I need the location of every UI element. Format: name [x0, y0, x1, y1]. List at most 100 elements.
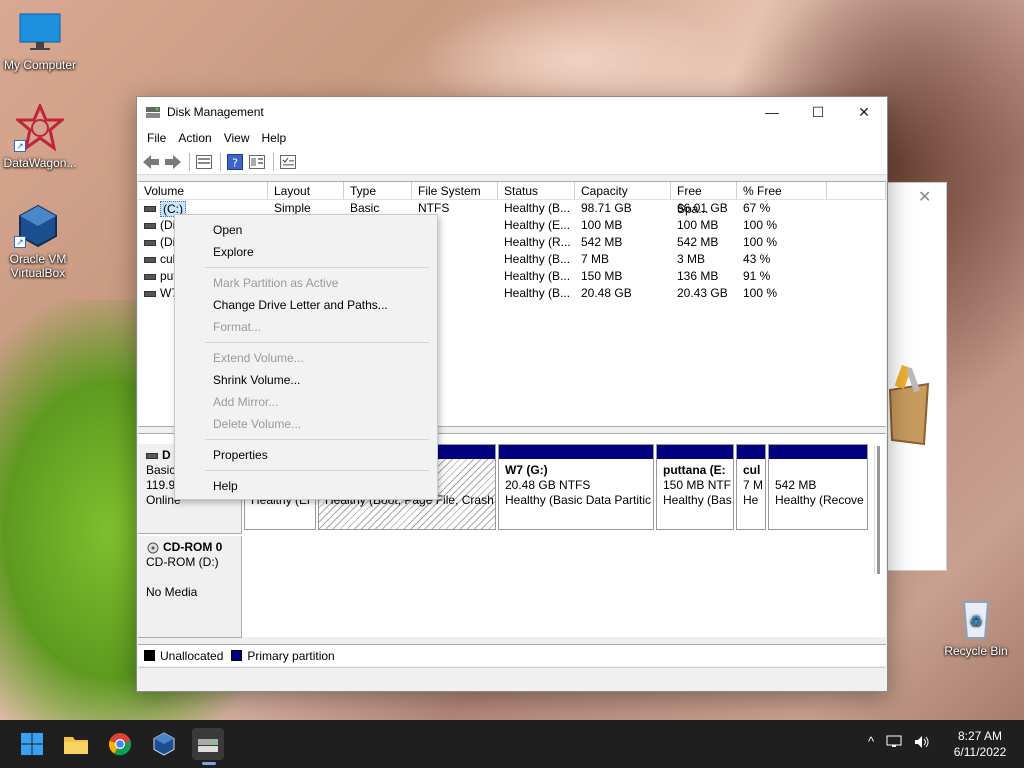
help-button[interactable]: ? — [225, 152, 245, 172]
windows-logo-icon — [21, 733, 43, 755]
status-cell: Healthy (R... — [504, 235, 571, 249]
partition-size: 7 M — [743, 478, 764, 492]
close-icon[interactable]: ✕ — [918, 187, 931, 207]
partition-status: He — [743, 493, 759, 507]
partition-text: puttana (E: 150 MB NTF Healthy (Bas — [657, 459, 733, 512]
partition-bar — [657, 445, 733, 459]
network-icon[interactable] — [886, 734, 902, 750]
menu-item-shrink-volume[interactable]: Shrink Volume... — [213, 373, 300, 387]
taskbar-virtualbox[interactable] — [148, 728, 180, 760]
volume-icon[interactable] — [914, 734, 930, 750]
toolbar-separator — [189, 152, 190, 171]
column-header-percent-free[interactable]: % Free — [737, 182, 827, 199]
maximize-button[interactable]: ☐ — [795, 97, 841, 127]
menu-file[interactable]: File — [141, 131, 172, 145]
volume-drive-icon — [144, 205, 156, 212]
scrollbar-thumb[interactable] — [877, 446, 880, 574]
taskbar-file-explorer[interactable] — [60, 728, 92, 760]
desktop-icon-datawagon[interactable]: ↗ DataWagon... — [0, 104, 80, 170]
taskbar-chrome[interactable] — [104, 728, 136, 760]
menu-help[interactable]: Help — [256, 131, 293, 145]
column-header-file-system[interactable]: File System — [412, 182, 498, 199]
svg-text:?: ? — [232, 156, 238, 169]
arrow-left-icon — [143, 154, 159, 169]
partition-puttana[interactable]: puttana (E: 150 MB NTF Healthy (Bas — [656, 444, 734, 530]
toolbar-separator — [273, 152, 274, 171]
menu-item-change-drive-letter[interactable]: Change Drive Letter and Paths... — [213, 298, 388, 312]
partition-size: 150 MB NTF — [663, 478, 732, 492]
close-button[interactable]: ✕ — [841, 97, 887, 127]
monitor-icon — [19, 13, 61, 50]
menu-item-open[interactable]: Open — [213, 223, 242, 237]
cdrom-type: CD-ROM (D:) — [146, 555, 219, 569]
partition-title: puttana (E: — [663, 463, 726, 477]
desktop-icon-label: My Computer — [3, 58, 77, 72]
partition-status: Healthy (Bas — [663, 493, 732, 507]
status-cell: Healthy (B... — [504, 286, 571, 300]
menu-action[interactable]: Action — [172, 131, 217, 145]
menu-item-format: Format... — [213, 320, 262, 334]
menu-view[interactable]: View — [218, 131, 256, 145]
taskbar-clock[interactable]: 8:27 AM 6/11/2022 — [944, 728, 1016, 760]
menu-item-delete-volume: Delete Volume... — [213, 417, 302, 431]
column-header-type[interactable]: Type — [344, 182, 412, 199]
partition-text: W7 (G:) 20.48 GB NTFS Healthy (Basic Dat… — [499, 459, 653, 512]
partition-bar — [499, 445, 653, 459]
column-header-capacity[interactable]: Capacity — [575, 182, 671, 199]
forward-button[interactable] — [163, 152, 183, 172]
disk-view-scrollbar[interactable] — [874, 446, 884, 574]
toolbar-separator — [220, 152, 221, 171]
system-tray: ^ — [868, 734, 930, 750]
column-header-status[interactable]: Status — [498, 182, 575, 199]
pct-cell: 91 % — [743, 269, 771, 283]
menu-separator — [205, 470, 429, 471]
volume-drive-icon — [144, 222, 156, 229]
menu-item-help[interactable]: Help — [213, 479, 238, 493]
folder-icon — [64, 737, 88, 754]
partition-title — [775, 463, 861, 478]
free-cell: 542 MB — [677, 235, 719, 249]
menu-item-explore[interactable]: Explore — [213, 245, 254, 259]
pct-cell: 100 % — [743, 235, 778, 249]
free-cell: 20.43 GB — [677, 286, 728, 300]
column-header-volume[interactable]: Volume — [138, 182, 268, 199]
title-bar[interactable]: Disk Management — ☐ ✕ — [137, 97, 887, 127]
status-bar — [138, 667, 886, 691]
free-cell: 66.01 GB — [677, 201, 728, 215]
status-cell: Healthy (B... — [504, 269, 571, 283]
menu-item-add-mirror: Add Mirror... — [213, 395, 279, 409]
checklist-icon — [280, 154, 296, 169]
partition-recovery[interactable]: 542 MB Healthy (Recove — [768, 444, 868, 530]
status-cell: Healthy (B... — [504, 252, 571, 266]
cdrom-media: No Media — [146, 585, 198, 599]
desktop-icon-virtualbox[interactable]: ↗ Oracle VM VirtualBox — [0, 204, 76, 280]
menu-separator — [205, 267, 429, 268]
partition-title: W7 (G:) — [505, 463, 548, 477]
minimize-button[interactable]: — — [749, 97, 795, 127]
menu-item-mark-active: Mark Partition as Active — [213, 276, 339, 290]
tray-chevron-icon[interactable]: ^ — [868, 734, 874, 750]
start-button[interactable] — [16, 728, 48, 760]
toolbar: ? — [137, 149, 887, 175]
partition-w7[interactable]: W7 (G:) 20.48 GB NTFS Healthy (Basic Dat… — [498, 444, 654, 530]
pct-cell: 100 % — [743, 286, 778, 300]
disk-drive-icon — [146, 452, 158, 459]
back-button[interactable] — [141, 152, 161, 172]
partition-text: 542 MB Healthy (Recove — [769, 459, 867, 512]
partition-status: Healthy (Basic Data Partitic — [505, 493, 652, 507]
list-view-button[interactable] — [194, 152, 214, 172]
column-header-layout[interactable]: Layout — [268, 182, 344, 199]
taskbar-disk-management[interactable] — [192, 728, 224, 760]
desktop-icon-recycle-bin[interactable]: ♻ Recycle Bin — [936, 596, 1016, 658]
cdrom-header: CD-ROM 0 — [146, 540, 233, 555]
cdrom-0-info[interactable]: CD-ROM 0 CD-ROM (D:) No Media — [138, 536, 242, 638]
properties-button[interactable] — [247, 152, 267, 172]
column-header-free-space[interactable]: Free Spa... — [671, 182, 737, 216]
partition-title: cul — [743, 463, 761, 477]
partition-cul[interactable]: cul 7 M He — [736, 444, 766, 530]
clock-time: 8:27 AM — [957, 729, 1003, 743]
list-view-icon — [196, 154, 212, 169]
desktop-icon-my-computer[interactable]: My Computer — [0, 10, 80, 72]
menu-item-properties[interactable]: Properties — [213, 448, 268, 462]
checklist-button[interactable] — [278, 152, 298, 172]
